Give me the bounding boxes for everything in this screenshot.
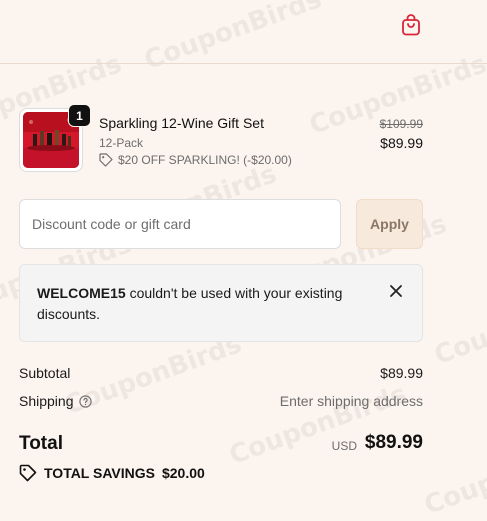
watermark: CouponBirds <box>430 279 487 371</box>
shipping-row: Shipping Enter shipping address <box>19 393 423 411</box>
discount-code-input[interactable] <box>19 199 341 249</box>
discount-label: $20 OFF SPARKLING! (-$20.00) <box>118 153 292 167</box>
checkout-header <box>0 0 487 64</box>
shipping-label-group: Shipping <box>19 393 92 409</box>
notice-message: WELCOME15 couldn't be used with your exi… <box>37 283 367 325</box>
subtotal-label: Subtotal <box>19 365 71 381</box>
cart-line-item: 1 Sparkling 12-Wine Gift Set 12-Pack $20… <box>19 104 423 174</box>
apply-button[interactable]: Apply <box>356 199 423 249</box>
tag-icon <box>99 153 113 167</box>
savings-amount: $20.00 <box>161 465 205 481</box>
shipping-label: Shipping <box>19 393 74 409</box>
original-price: $109.99 <box>379 117 423 131</box>
close-icon[interactable] <box>389 284 403 298</box>
help-icon[interactable] <box>78 395 92 408</box>
discounted-price: $89.99 <box>380 135 423 151</box>
total-label: Total <box>19 433 63 454</box>
total-currency: USD <box>331 439 357 453</box>
total-amount: $89.99 <box>364 432 423 453</box>
total-savings: TOTAL SAVINGS $20.00 <box>19 464 205 482</box>
subtotal-row: Subtotal $89.99 <box>19 365 423 383</box>
shopping-bag-icon[interactable] <box>401 14 421 36</box>
subtotal-value: $89.99 <box>380 365 423 381</box>
line-item-discount: $20 OFF SPARKLING! (-$20.00) <box>99 153 292 167</box>
notice-code: WELCOME15 <box>37 285 126 301</box>
product-name: Sparkling 12-Wine Gift Set <box>99 115 264 131</box>
total-row: Total USD $89.99 <box>19 431 423 457</box>
savings-label: TOTAL SAVINGS <box>44 465 155 481</box>
watermark: CouponBirds <box>420 429 487 521</box>
product-variant: 12-Pack <box>99 136 144 150</box>
shipping-value: Enter shipping address <box>279 393 423 409</box>
quantity-badge: 1 <box>68 104 91 127</box>
discount-error-notice: WELCOME15 couldn't be used with your exi… <box>19 264 423 342</box>
tag-icon <box>19 464 37 482</box>
